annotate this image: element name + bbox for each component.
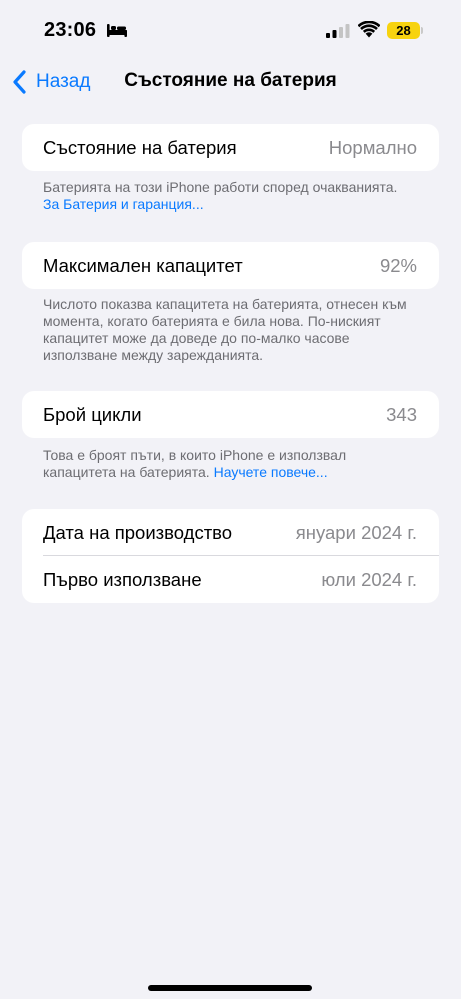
max-capacity-value: 92% — [379, 254, 417, 276]
max-capacity-row: Максимален капацитет 92% — [22, 242, 439, 289]
first-use-value: юли 2024 г. — [321, 568, 417, 590]
battery-health-label: Състояние на батерия — [43, 136, 237, 158]
max-capacity-note: Числото показва капацитета на батерията,… — [43, 296, 407, 363]
cycle-count-card: Брой цикли 343 — [22, 391, 439, 438]
battery-health-note: Батерията на този iPhone работи според о… — [43, 179, 403, 213]
bed-icon — [107, 24, 127, 37]
dates-card: Дата на производство януари 2024 г. Първ… — [22, 509, 439, 603]
first-use-row: Първо използване юли 2024 г. — [22, 556, 439, 603]
cycle-count-note: Това е броят пъти, в които iPhone е изпо… — [43, 447, 403, 481]
cycle-count-row: Брой цикли 343 — [22, 391, 439, 438]
cellular-signal-icon — [326, 24, 350, 38]
first-use-label: Първо използване — [43, 568, 202, 590]
battery-warranty-link[interactable]: За Батерия и гаранция... — [43, 196, 204, 212]
battery-health-row: Състояние на батерия Нормално — [22, 124, 439, 171]
learn-more-link[interactable]: Научете повече... — [214, 464, 328, 480]
manufacture-date-label: Дата на производство — [43, 521, 233, 543]
cycle-count-value: 343 — [386, 403, 417, 425]
battery-terminal — [421, 27, 423, 34]
wifi-icon — [358, 21, 380, 38]
status-bar: 23:06 28 — [0, 0, 461, 62]
manufacture-date-value: януари 2024 г. — [295, 521, 417, 543]
battery-level-badge: 28 — [387, 22, 420, 39]
battery-health-note-text: Батерията на този iPhone работи според о… — [43, 179, 398, 195]
max-capacity-label: Максимален капацитет — [43, 254, 243, 276]
manufacture-date-row: Дата на производство януари 2024 г. — [22, 509, 439, 556]
battery-health-card: Състояние на батерия Нормално — [22, 124, 439, 171]
cycle-count-label: Брой цикли — [43, 403, 142, 425]
max-capacity-card: Максимален капацитет 92% — [22, 242, 439, 289]
battery-health-value: Нормално — [328, 136, 417, 158]
status-time: 23:06 — [44, 19, 97, 41]
page-title: Състояние на батерия — [124, 70, 337, 91]
home-indicator[interactable] — [148, 985, 312, 991]
